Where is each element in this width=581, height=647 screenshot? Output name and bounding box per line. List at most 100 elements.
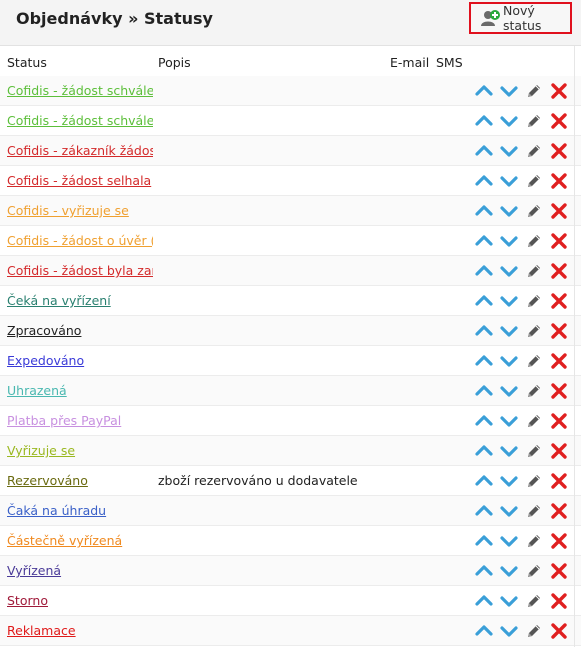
status-link[interactable]: Rezervováno [7, 473, 153, 488]
pencil-icon[interactable] [525, 262, 543, 280]
status-link[interactable]: Vyřizuje se [7, 443, 153, 458]
delete-x-icon[interactable] [550, 382, 568, 400]
status-link[interactable]: Čaká na úhradu [7, 503, 153, 518]
arrow-up-icon[interactable] [475, 472, 493, 490]
arrow-down-icon[interactable] [500, 412, 518, 430]
pencil-icon[interactable] [525, 382, 543, 400]
pencil-icon[interactable] [525, 352, 543, 370]
arrow-up-icon[interactable] [475, 292, 493, 310]
pencil-icon[interactable] [525, 502, 543, 520]
status-description: zboží rezervováno u dodavatele [158, 473, 358, 488]
status-link[interactable]: Expedováno [7, 353, 153, 368]
arrow-up-icon[interactable] [475, 232, 493, 250]
arrow-up-icon[interactable] [475, 562, 493, 580]
pencil-icon[interactable] [525, 202, 543, 220]
status-link[interactable]: Cofidis - žádost o úvěr ( [7, 233, 153, 248]
arrow-down-icon[interactable] [500, 262, 518, 280]
delete-x-icon[interactable] [550, 232, 568, 250]
status-link[interactable]: Cofidis - žádost selhala [7, 173, 153, 188]
status-link[interactable]: Částečně vyřízená [7, 533, 153, 548]
delete-x-icon[interactable] [550, 592, 568, 610]
arrow-down-icon[interactable] [500, 112, 518, 130]
status-link[interactable]: Cofidis - zákazník žádost [7, 143, 153, 158]
delete-x-icon[interactable] [550, 262, 568, 280]
delete-x-icon[interactable] [550, 292, 568, 310]
arrow-up-icon[interactable] [475, 82, 493, 100]
delete-x-icon[interactable] [550, 622, 568, 640]
arrow-up-icon[interactable] [475, 142, 493, 160]
pencil-icon[interactable] [525, 532, 543, 550]
pencil-icon[interactable] [525, 292, 543, 310]
pencil-icon[interactable] [525, 142, 543, 160]
arrow-down-icon[interactable] [500, 292, 518, 310]
pencil-icon[interactable] [525, 442, 543, 460]
arrow-up-icon[interactable] [475, 382, 493, 400]
status-link[interactable]: Uhrazená [7, 383, 153, 398]
arrow-up-icon[interactable] [475, 112, 493, 130]
status-link[interactable]: Reklamace [7, 623, 153, 638]
delete-x-icon[interactable] [550, 202, 568, 220]
delete-x-icon[interactable] [550, 172, 568, 190]
arrow-up-icon[interactable] [475, 352, 493, 370]
arrow-up-icon[interactable] [475, 502, 493, 520]
pencil-icon[interactable] [525, 562, 543, 580]
status-link[interactable]: Cofidis - žádost schválena [7, 113, 153, 128]
arrow-down-icon[interactable] [500, 322, 518, 340]
table-row: Cofidis - žádost schválena [0, 76, 581, 106]
delete-x-icon[interactable] [550, 112, 568, 130]
delete-x-icon[interactable] [550, 352, 568, 370]
status-link[interactable]: Cofidis - žádost byla zam [7, 263, 153, 278]
arrow-up-icon[interactable] [475, 202, 493, 220]
pencil-icon[interactable] [525, 322, 543, 340]
arrow-down-icon[interactable] [500, 472, 518, 490]
arrow-up-icon[interactable] [475, 262, 493, 280]
arrow-down-icon[interactable] [500, 532, 518, 550]
delete-x-icon[interactable] [550, 472, 568, 490]
arrow-down-icon[interactable] [500, 562, 518, 580]
delete-x-icon[interactable] [550, 322, 568, 340]
delete-x-icon[interactable] [550, 502, 568, 520]
status-link[interactable]: Platba přes PayPal [7, 413, 153, 428]
arrow-down-icon[interactable] [500, 382, 518, 400]
arrow-down-icon[interactable] [500, 592, 518, 610]
delete-x-icon[interactable] [550, 532, 568, 550]
pencil-icon[interactable] [525, 82, 543, 100]
arrow-down-icon[interactable] [500, 502, 518, 520]
arrow-down-icon[interactable] [500, 622, 518, 640]
arrow-up-icon[interactable] [475, 412, 493, 430]
arrow-down-icon[interactable] [500, 142, 518, 160]
delete-x-icon[interactable] [550, 412, 568, 430]
arrow-up-icon[interactable] [475, 532, 493, 550]
row-actions [475, 411, 575, 431]
pencil-icon[interactable] [525, 592, 543, 610]
arrow-down-icon[interactable] [500, 352, 518, 370]
status-link[interactable]: Zpracováno [7, 323, 153, 338]
arrow-up-icon[interactable] [475, 322, 493, 340]
arrow-down-icon[interactable] [500, 442, 518, 460]
status-link[interactable]: Čeká na vyřízení [7, 293, 153, 308]
pencil-icon[interactable] [525, 412, 543, 430]
arrow-up-icon[interactable] [475, 442, 493, 460]
status-link[interactable]: Vyřízená [7, 563, 153, 578]
delete-x-icon[interactable] [550, 442, 568, 460]
pencil-icon[interactable] [525, 232, 543, 250]
status-link[interactable]: Storno [7, 593, 153, 608]
arrow-up-icon[interactable] [475, 172, 493, 190]
new-status-button[interactable]: Nový status [469, 2, 572, 34]
table-row: Storno [0, 586, 581, 616]
status-link[interactable]: Cofidis - žádost schválena [7, 83, 153, 98]
arrow-up-icon[interactable] [475, 622, 493, 640]
status-link[interactable]: Cofidis - vyřizuje se [7, 203, 153, 218]
delete-x-icon[interactable] [550, 142, 568, 160]
arrow-up-icon[interactable] [475, 592, 493, 610]
delete-x-icon[interactable] [550, 562, 568, 580]
pencil-icon[interactable] [525, 172, 543, 190]
arrow-down-icon[interactable] [500, 202, 518, 220]
arrow-down-icon[interactable] [500, 82, 518, 100]
pencil-icon[interactable] [525, 472, 543, 490]
arrow-down-icon[interactable] [500, 232, 518, 250]
delete-x-icon[interactable] [550, 82, 568, 100]
pencil-icon[interactable] [525, 622, 543, 640]
pencil-icon[interactable] [525, 112, 543, 130]
arrow-down-icon[interactable] [500, 172, 518, 190]
